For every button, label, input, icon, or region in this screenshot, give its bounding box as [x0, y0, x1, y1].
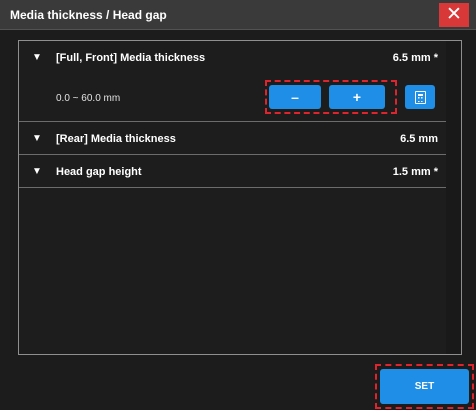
head-gap-height-value: 1.5 mm * — [392, 166, 438, 178]
expand-arrow-icon[interactable]: ▼ — [32, 166, 42, 177]
decrement-button[interactable]: – — [269, 85, 321, 109]
media-thickness-range: 0.0 ~ 60.0 mm — [56, 93, 121, 104]
set-button[interactable]: SET — [380, 369, 469, 404]
calculator-button[interactable] — [405, 85, 435, 109]
increment-button[interactable]: + — [329, 85, 385, 109]
calculator-icon — [415, 91, 426, 104]
close-button[interactable]: ✕ — [439, 3, 469, 27]
media-thickness-rear-label: [Rear] Media thickness — [56, 133, 176, 145]
expand-arrow-icon[interactable]: ▼ — [32, 52, 42, 63]
panel-scrollbar[interactable] — [446, 40, 462, 355]
media-thickness-front-row[interactable]: ▼ [Full, Front] Media thickness 6.5 mm *… — [19, 41, 446, 122]
head-gap-height-row[interactable]: ▼ Head gap height 1.5 mm * — [19, 155, 446, 188]
media-thickness-rear-row[interactable]: ▼ [Rear] Media thickness 6.5 mm — [19, 122, 446, 155]
dialog-titlebar: Media thickness / Head gap ✕ — [0, 0, 476, 30]
media-thickness-front-value: 6.5 mm * — [392, 52, 438, 64]
media-thickness-front-label: [Full, Front] Media thickness — [56, 52, 206, 64]
expand-arrow-icon[interactable]: ▼ — [32, 133, 42, 144]
head-gap-height-label: Head gap height — [56, 166, 142, 178]
media-thickness-rear-value: 6.5 mm — [400, 133, 438, 145]
media-thickness-dialog: Media thickness / Head gap ✕ ▼ [Full, Fr… — [0, 0, 476, 410]
settings-panel: ▼ [Full, Front] Media thickness 6.5 mm *… — [18, 40, 447, 355]
dialog-title: Media thickness / Head gap — [10, 8, 167, 22]
